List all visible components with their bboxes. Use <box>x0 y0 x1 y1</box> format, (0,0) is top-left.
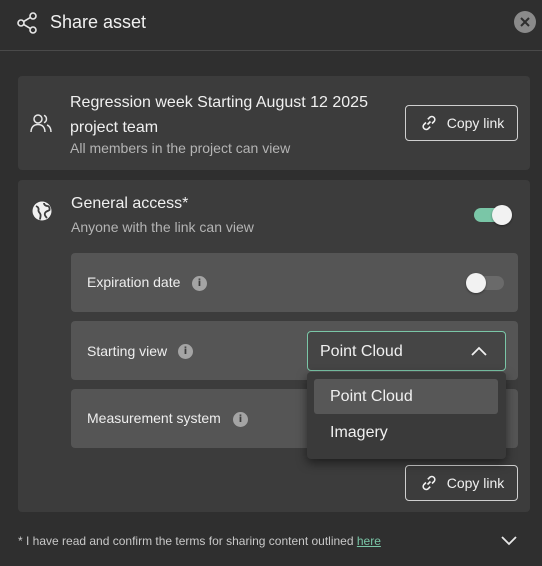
globe-icon <box>32 201 52 221</box>
expiration-date-toggle[interactable] <box>466 273 504 293</box>
general-access-toggle[interactable] <box>474 205 512 225</box>
dropdown-option-imagery[interactable]: Imagery <box>314 415 498 450</box>
general-access-card: General access* Anyone with the link can… <box>18 180 530 512</box>
starting-view-dropdown: Point Cloud Imagery <box>307 372 506 459</box>
info-icon[interactable]: i <box>233 412 248 427</box>
terms-notice: * I have read and confirm the terms for … <box>18 534 381 548</box>
general-access-title: General access* <box>71 195 189 212</box>
copy-link-button-general[interactable]: Copy link <box>405 465 518 501</box>
dropdown-option-point-cloud[interactable]: Point Cloud <box>314 379 498 414</box>
people-icon <box>30 114 52 133</box>
starting-view-select[interactable]: Point Cloud <box>307 331 506 371</box>
close-button[interactable] <box>514 11 536 33</box>
chevron-up-icon <box>471 346 487 356</box>
info-icon[interactable]: i <box>178 344 193 359</box>
team-subtitle: All members in the project can view <box>70 140 291 156</box>
expiration-date-row: Expiration date i <box>71 253 518 312</box>
toggle-knob <box>466 273 486 293</box>
info-icon[interactable]: i <box>192 276 207 291</box>
link-icon <box>422 115 436 131</box>
terms-text: * I have read and confirm the terms for … <box>18 534 357 548</box>
chevron-down-icon[interactable] <box>500 533 518 547</box>
link-icon <box>422 475 436 491</box>
project-team-card: Regression week Starting August 12 2025 … <box>18 76 530 170</box>
dialog-title: Share asset <box>50 12 147 32</box>
dialog-header: Share asset <box>0 0 542 51</box>
share-icon <box>17 12 37 34</box>
measurement-system-label: Measurement system <box>87 410 221 426</box>
copy-link-label: Copy link <box>446 475 505 491</box>
toggle-knob <box>492 205 512 225</box>
copy-link-label: Copy link <box>446 115 505 131</box>
general-access-subtitle: Anyone with the link can view <box>71 219 254 235</box>
terms-link[interactable]: here <box>357 534 381 548</box>
team-name: Regression week Starting August 12 2025 … <box>70 94 368 136</box>
starting-view-value: Point Cloud <box>320 343 403 360</box>
starting-view-label: Starting view <box>87 343 168 359</box>
expiration-date-label: Expiration date <box>87 274 181 290</box>
copy-link-button-team[interactable]: Copy link <box>405 105 518 141</box>
close-icon <box>520 17 530 27</box>
